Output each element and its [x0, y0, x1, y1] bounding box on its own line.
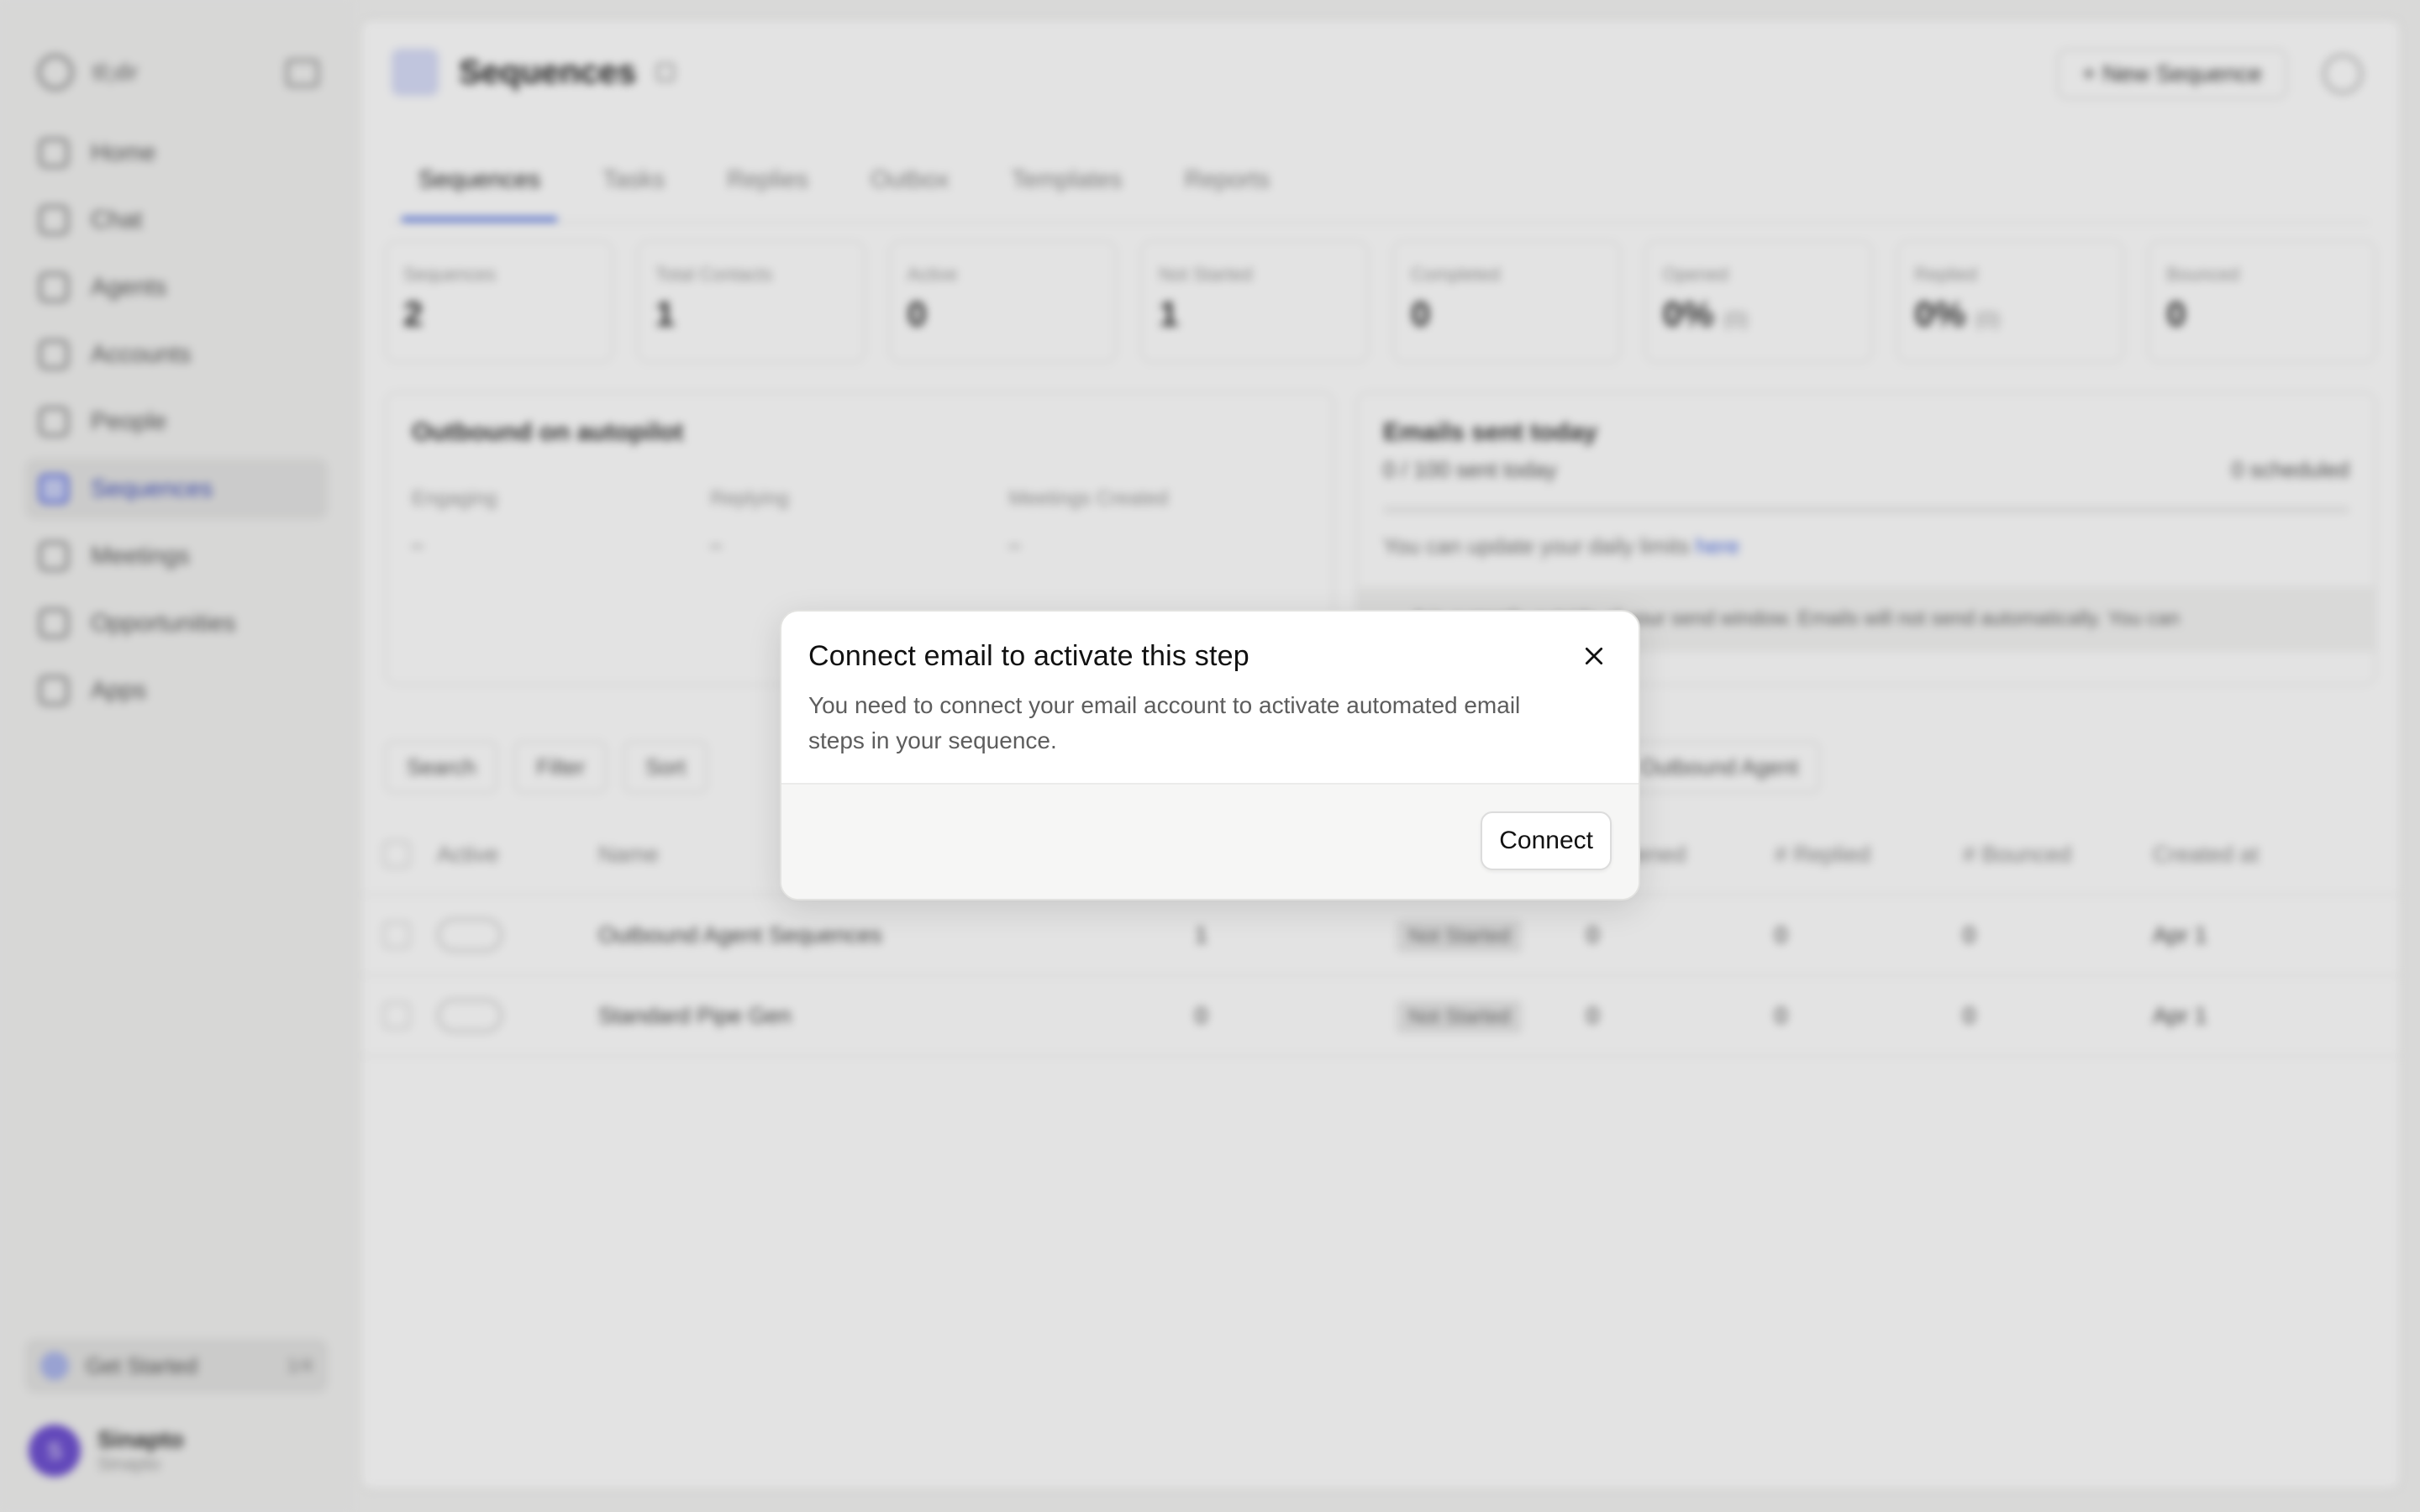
connect-button[interactable]: Connect	[1481, 811, 1612, 870]
dialog-footer: Connect	[781, 783, 1639, 899]
dialog-description: You need to connect your email account t…	[808, 692, 1521, 753]
connect-email-dialog: Connect email to activate this step You …	[780, 610, 1640, 900]
dialog-body: Connect email to activate this step You …	[781, 612, 1639, 786]
close-icon[interactable]	[1580, 642, 1608, 670]
close-icon-graphic	[1585, 647, 1603, 665]
dialog-title: Connect email to activate this step	[808, 640, 1249, 672]
